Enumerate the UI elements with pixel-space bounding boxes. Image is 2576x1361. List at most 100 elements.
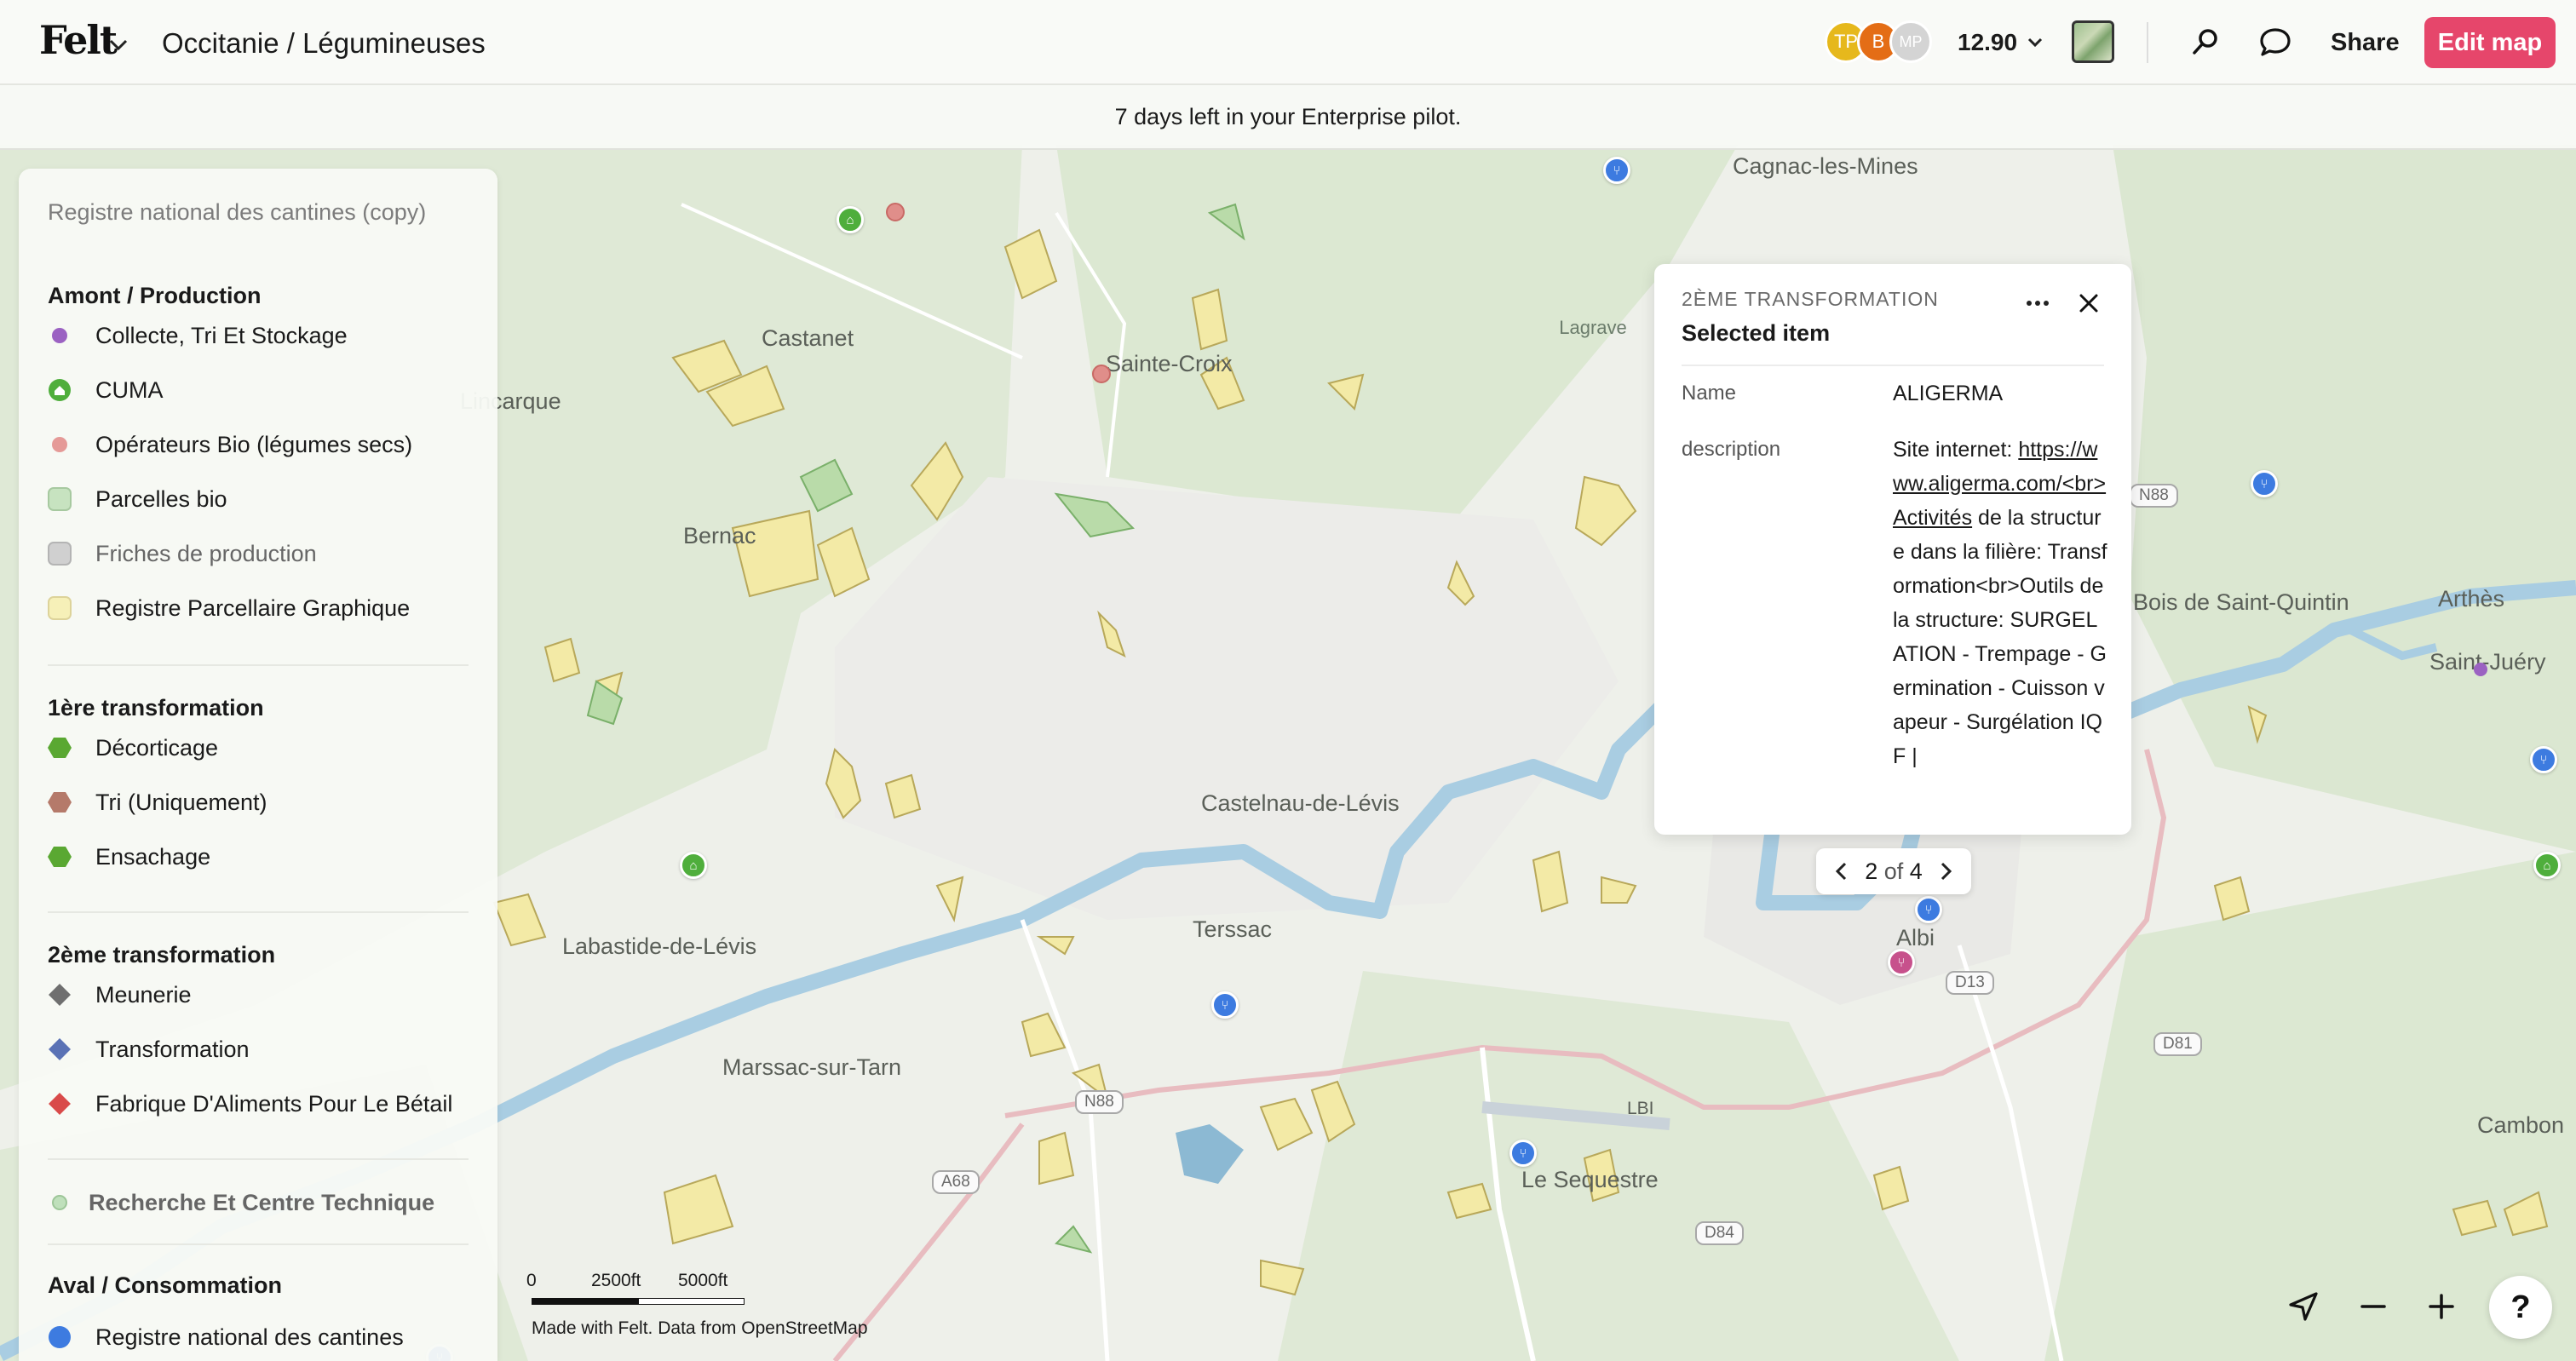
more-options-icon[interactable] [2021, 286, 2055, 320]
zoom-level[interactable]: 12.90 [1958, 29, 2017, 56]
legend-item-label: Friches de production [95, 540, 317, 566]
place-label: Cagnac-les-Mines [1733, 153, 1918, 179]
legend-item[interactable]: Registre Parcellaire Graphique [48, 591, 410, 625]
legend-item-label: CUMA [95, 376, 164, 403]
cuma-pin-icon[interactable]: ⌂ [837, 206, 864, 233]
hexagon-swatch-icon [48, 790, 72, 814]
legend-item-label: Opérateurs Bio (légumes secs) [95, 431, 413, 457]
legend-item-label: Fabrique D'Aliments Pour Le Bétail [95, 1090, 453, 1117]
place-label: Castelnau-de-Lévis [1201, 790, 1400, 816]
diamond-swatch-icon [48, 983, 72, 1007]
legend-divider [48, 1243, 469, 1245]
legend-item[interactable]: Transformation [48, 1032, 250, 1066]
cantine-pin-icon[interactable]: ⑂ [1509, 1140, 1537, 1167]
chevron-left-icon[interactable] [1828, 859, 1854, 884]
pager-current: 2 [1865, 858, 1878, 884]
cantine-pin-icon[interactable]: ⑂ [1603, 157, 1630, 184]
cuma-pin-icon[interactable]: ⌂ [2533, 852, 2561, 879]
zoom-in-icon[interactable] [2418, 1283, 2465, 1330]
chevron-down-icon[interactable] [109, 31, 128, 57]
popup-pager: 2 of 4 [1816, 848, 1971, 894]
road-label: LBI [1627, 1099, 1654, 1118]
top-bar: Felt Occitanie / Légumineuses TP B MP 12… [0, 0, 2576, 85]
legend-divider [48, 664, 469, 666]
map-attribution[interactable]: Made with Felt. Data from OpenStreetMap [532, 1318, 868, 1339]
place-label: Terssac [1193, 916, 1273, 942]
scale-label: 0 [526, 1271, 537, 1290]
legend-item-label: Registre Parcellaire Graphique [95, 594, 411, 621]
cantine-pin-icon [48, 1325, 72, 1349]
legend-item[interactable]: Friches de production [48, 537, 317, 571]
legend-item[interactable]: CUMA [48, 373, 164, 407]
chevron-right-icon[interactable] [1934, 859, 1959, 884]
basemap-switcher[interactable] [2072, 20, 2114, 63]
felt-logo[interactable]: Felt [39, 17, 118, 63]
legend-item-label: Registre national des cantines [95, 1324, 404, 1350]
legend-item[interactable]: Meunerie [48, 978, 192, 1012]
road-shield: N88 [1075, 1090, 1124, 1114]
legend-item[interactable]: Fabrique D'Aliments Pour Le Bétail [48, 1087, 452, 1121]
popup-field-value: ALIGERMA [1893, 382, 2004, 405]
locate-me-icon[interactable] [2280, 1283, 2327, 1330]
circle-swatch-icon [48, 324, 72, 347]
place-label: Labastide-de-Lévis [562, 933, 757, 959]
chevron-down-icon[interactable] [2027, 31, 2043, 53]
road-shield: N88 [2130, 484, 2178, 508]
collecte-marker[interactable] [2474, 663, 2487, 676]
selected-location-pin-icon[interactable]: ⑂ [1888, 949, 1915, 976]
diamond-swatch-icon [48, 1037, 72, 1061]
scale-label: 2500ft [591, 1271, 641, 1290]
cantine-pin-icon[interactable]: ⑂ [2251, 470, 2278, 497]
legend-layer-title[interactable]: Registre national des cantines (copy) [48, 199, 426, 226]
legend-item[interactable]: Opérateurs Bio (légumes secs) [48, 428, 412, 462]
legend-item-label: Ensachage [95, 843, 211, 870]
legend-item[interactable]: Parcelles bio [48, 482, 227, 516]
place-label: Lagrave [1559, 317, 1627, 338]
legend-item[interactable]: Collecte, Tri Et Stockage [48, 319, 348, 353]
share-button[interactable]: Share [2319, 22, 2412, 63]
road-shield: D81 [2153, 1032, 2202, 1056]
bio-operator-marker[interactable] [1092, 365, 1111, 383]
comment-icon[interactable] [2254, 20, 2297, 63]
pager-of: of [1883, 858, 1904, 884]
square-swatch-icon [48, 596, 72, 620]
bio-operator-marker[interactable] [886, 203, 905, 221]
edit-map-button[interactable]: Edit map [2424, 17, 2556, 68]
cantine-pin-icon[interactable]: ⑂ [2530, 746, 2557, 773]
scale-label: 5000ft [678, 1271, 728, 1290]
legend-panel[interactable]: Registre national des cantines (copy) Am… [19, 169, 497, 1361]
legend-item[interactable]: Décorticage [48, 731, 218, 765]
legend-group-title[interactable]: Amont / Production [48, 283, 261, 309]
popup-heading: Selected item [1682, 320, 1831, 346]
legend-group-title[interactable]: Aval / Consommation [48, 1272, 282, 1299]
hexagon-swatch-icon [48, 845, 72, 869]
square-swatch-icon [48, 487, 72, 511]
legend-item[interactable]: Tri (Uniquement) [48, 785, 267, 819]
place-label: Bois de Saint-Quintin [2133, 589, 2349, 615]
zoom-out-icon[interactable] [2349, 1283, 2397, 1330]
legend-group-title[interactable]: 1ère transformation [48, 695, 264, 721]
cantine-pin-icon[interactable]: ⑂ [1915, 896, 1942, 923]
divider [2147, 22, 2148, 63]
feature-popup[interactable]: 2ÈME TRANSFORMATION Selected item Name A… [1654, 264, 2131, 835]
diamond-swatch-icon [48, 1092, 72, 1116]
legend-group-title[interactable]: 2ème transformation [48, 942, 275, 968]
legend-item-label: Collecte, Tri Et Stockage [95, 322, 348, 348]
place-label: Albi [1896, 925, 1935, 950]
help-button[interactable]: ? [2489, 1276, 2552, 1339]
hexagon-swatch-icon [48, 736, 72, 760]
search-icon[interactable] [2184, 20, 2227, 63]
legend-item[interactable]: Registre national des cantines [48, 1320, 404, 1354]
cantine-pin-icon[interactable]: ⑂ [1211, 991, 1239, 1019]
cuma-pin-icon[interactable]: ⌂ [680, 852, 707, 879]
legend-item[interactable]: Recherche Et Centre Technique [48, 1186, 434, 1220]
legend-item[interactable]: Ensachage [48, 840, 210, 874]
pager-total: 4 [1909, 858, 1923, 884]
popup-field-key: description [1682, 438, 1781, 461]
legend-item-label: Meunerie [95, 981, 192, 1008]
avatar[interactable]: MP [1889, 20, 1932, 63]
circle-swatch-icon [48, 433, 72, 457]
close-icon[interactable] [2072, 286, 2106, 320]
map-title-breadcrumb[interactable]: Occitanie / Légumineuses [162, 27, 486, 60]
description-text: de la structure dans la filière: Transfo… [1893, 506, 2107, 768]
